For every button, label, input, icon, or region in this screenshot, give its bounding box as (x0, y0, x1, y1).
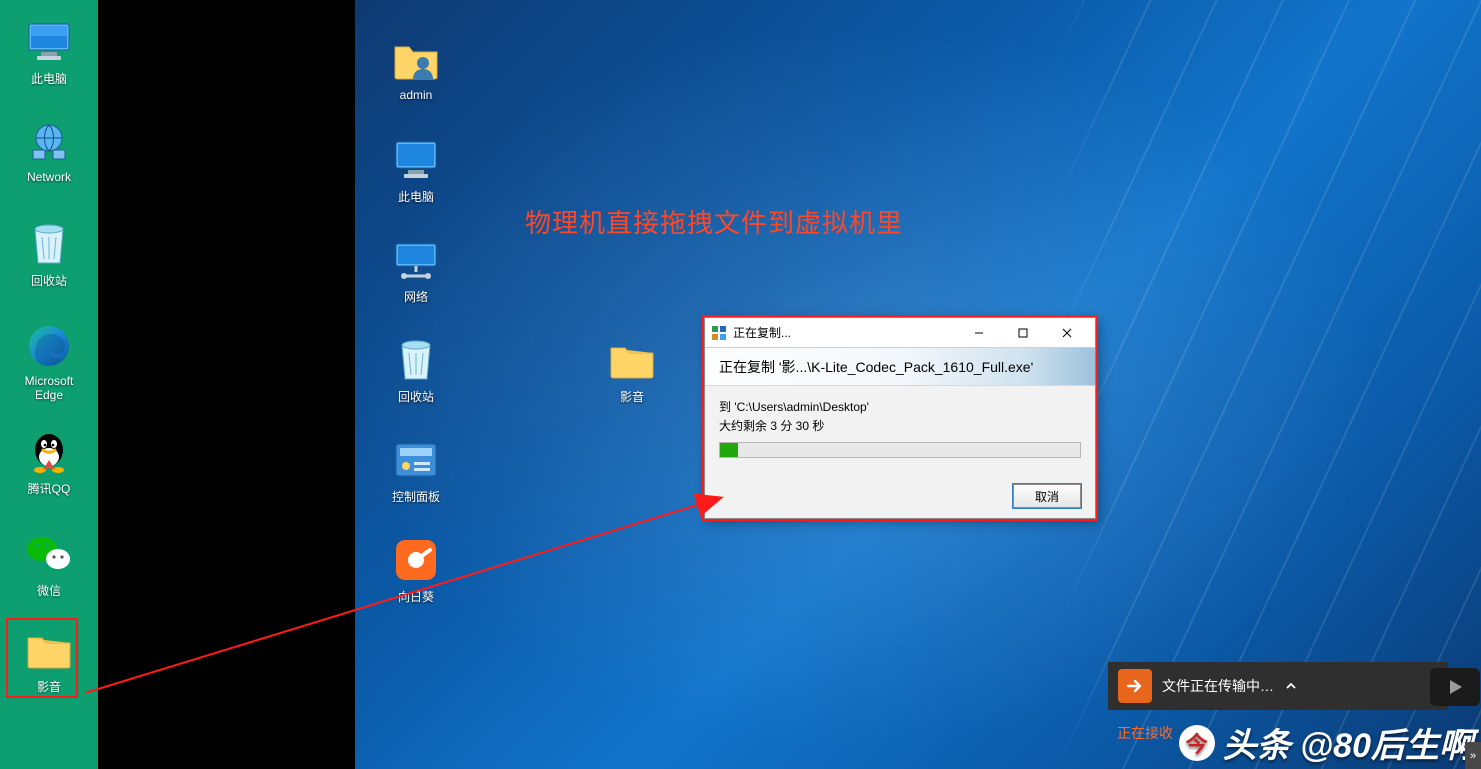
toutiao-icon: 今 (1179, 725, 1215, 761)
vmware-transfer-bar[interactable]: 文件正在传输中… (1108, 662, 1448, 710)
copy-dialog-title: 正在复制... (733, 324, 957, 341)
pc-icon (392, 136, 440, 184)
host-icon-wechat[interactable]: 微信 (0, 530, 98, 599)
guest-icon-user-folder[interactable]: admin (371, 36, 461, 102)
host-icon-network[interactable]: Network (0, 118, 98, 184)
recycle-bin-icon (392, 336, 440, 384)
host-icon-label: Microsoft Edge (0, 374, 98, 402)
transfer-bar-text: 文件正在传输中… (1162, 676, 1274, 696)
copy-dialog-progressbar (719, 442, 1081, 458)
copy-dialog-titlebar[interactable]: 正在复制... (705, 318, 1095, 348)
watermark: 今 头条 @80后生啊 (1179, 718, 1473, 767)
qq-icon (25, 428, 73, 476)
copy-dialog-destination: 到 'C:\Users\admin\Desktop' (719, 398, 1081, 415)
host-icon-qq[interactable]: 腾讯QQ (0, 428, 98, 497)
copy-dialog-eta: 大约剩余 3 分 30 秒 (719, 417, 1081, 434)
host-icon-label: Network (0, 170, 98, 184)
guest-icon-sunlogin[interactable]: 向日葵 (371, 536, 461, 605)
vm-letterbox (98, 0, 355, 769)
host-icon-label: 此电脑 (0, 70, 98, 87)
host-icon-edge[interactable]: Microsoft Edge (0, 322, 98, 402)
vmware-icon (711, 325, 727, 341)
guest-icon-this-pc[interactable]: 此电脑 (371, 136, 461, 205)
cancel-button[interactable]: 取消 (1013, 484, 1081, 508)
host-icon-label: 腾讯QQ (0, 480, 98, 497)
watermark-text: 头条 @80后生啊 (1223, 718, 1473, 767)
host-icon-this-pc[interactable]: 此电脑 (0, 18, 98, 87)
network-icon (392, 236, 440, 284)
guest-icon-dropped-folder[interactable]: 影音 (587, 336, 677, 405)
host-desktop: 此电脑 Network 回收站 Microsoft Edge 腾讯QQ 微信 (0, 0, 98, 769)
user-folder-icon (392, 36, 440, 84)
receiving-status: 正在接收 (1117, 723, 1173, 743)
host-icon-recycle-bin[interactable]: 回收站 (0, 220, 98, 289)
guest-icon-control-panel[interactable]: 控制面板 (371, 436, 461, 505)
guest-icon-label: 网络 (371, 288, 461, 305)
skip-chevron-icon[interactable]: » (1465, 742, 1481, 769)
maximize-button[interactable] (1001, 319, 1045, 347)
edge-icon (25, 322, 73, 370)
copy-dialog[interactable]: 正在复制... 正在复制 '影...\K-Lite_Codec_Pack_161… (704, 317, 1096, 519)
folder-icon (608, 336, 656, 384)
guest-icon-label: 向日葵 (371, 588, 461, 605)
minimize-button[interactable] (957, 319, 1001, 347)
network-icon (25, 118, 73, 166)
host-icon-label: 微信 (0, 582, 98, 599)
guest-icon-label: admin (371, 88, 461, 102)
guest-icon-label: 影音 (587, 388, 677, 405)
recycle-bin-icon (25, 220, 73, 268)
transfer-arrow-icon (1118, 669, 1152, 703)
guest-icon-label: 控制面板 (371, 488, 461, 505)
play-button-icon[interactable] (1430, 668, 1480, 706)
copy-dialog-progress-fill (720, 443, 738, 457)
sunlogin-icon (392, 536, 440, 584)
guest-icon-label: 此电脑 (371, 188, 461, 205)
annotation-highlight-source (6, 618, 78, 698)
wechat-icon (25, 530, 73, 578)
control-panel-icon (392, 436, 440, 484)
close-button[interactable] (1045, 319, 1089, 347)
annotation-headline: 物理机直接拖拽文件到虚拟机里 (525, 203, 903, 240)
host-icon-label: 回收站 (0, 272, 98, 289)
guest-icon-recycle-bin[interactable]: 回收站 (371, 336, 461, 405)
chevron-up-icon[interactable] (1284, 679, 1298, 693)
pc-icon (25, 18, 73, 66)
copy-dialog-body: 到 'C:\Users\admin\Desktop' 大约剩余 3 分 30 秒 (705, 386, 1095, 458)
guest-icon-label: 回收站 (371, 388, 461, 405)
guest-icon-network[interactable]: 网络 (371, 236, 461, 305)
copy-dialog-header: 正在复制 '影...\K-Lite_Codec_Pack_1610_Full.e… (705, 348, 1095, 386)
